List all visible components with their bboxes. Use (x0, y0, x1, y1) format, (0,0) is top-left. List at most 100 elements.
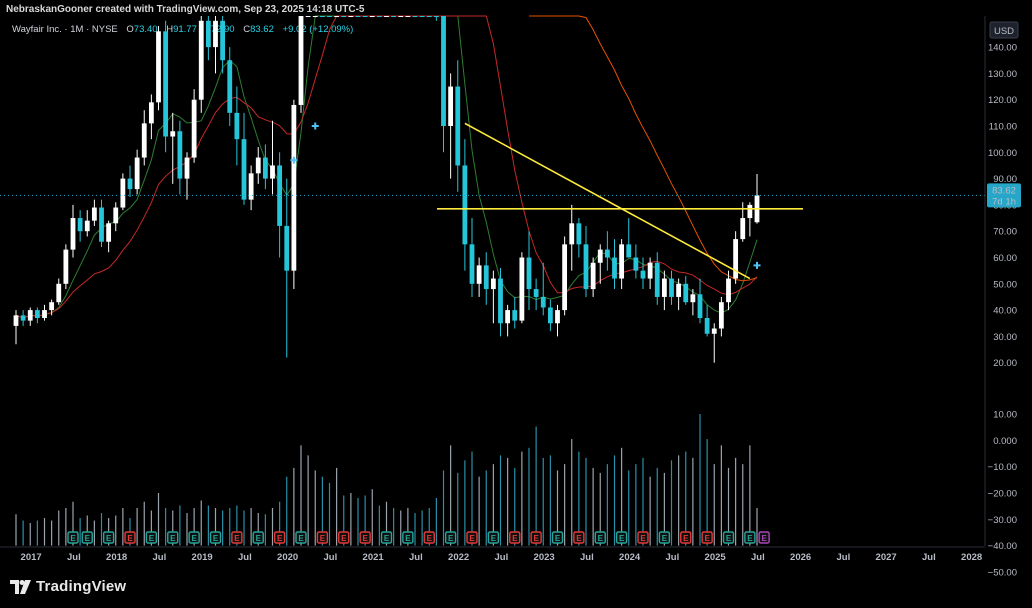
svg-text:E: E (448, 534, 454, 543)
earnings-marker[interactable]: E (615, 531, 628, 544)
candle (113, 202, 119, 232)
volume-bar (678, 455, 680, 546)
time-tick-label: Jul (837, 552, 851, 563)
svg-text:E: E (747, 534, 753, 543)
earnings-marker[interactable]: E (167, 531, 179, 544)
candle (505, 304, 511, 337)
time-axis[interactable]: 2017 Jul 2018 Jul 2019 Jul 2020 Jul 2021 Jul 2022 J… (0, 546, 985, 563)
candle (305, 16, 311, 17)
earnings-marker[interactable]: E (722, 531, 735, 544)
candle (433, 16, 439, 21)
volume-bar (357, 497, 359, 546)
earnings-marker[interactable]: E (145, 531, 158, 544)
volume-bar (300, 445, 302, 546)
earnings-marker[interactable]: E (680, 531, 692, 544)
moving-averages (15, 15, 758, 319)
price-tick-label: 10.00 (993, 410, 1017, 421)
candle (612, 239, 617, 290)
earnings-marker[interactable]: E (551, 531, 564, 544)
candle (490, 270, 496, 324)
price-tick-label: 110.00 (989, 122, 1017, 133)
candle (619, 239, 625, 290)
earnings-marker[interactable]: E (380, 531, 393, 544)
candle (469, 218, 475, 297)
earnings-marker[interactable]: E (637, 531, 649, 544)
candle (213, 16, 218, 74)
earnings-marker[interactable]: E (102, 531, 115, 544)
time-tick-label: 2020 (277, 552, 298, 563)
volume-bar (336, 467, 338, 546)
earnings-marker[interactable]: E (338, 531, 350, 544)
time-tick-label: Jul (666, 552, 680, 563)
earnings-marker[interactable]: E (509, 531, 521, 544)
earnings-marker[interactable]: E (295, 531, 307, 544)
earnings-marker[interactable]: E (701, 531, 713, 544)
earnings-marker[interactable]: E (744, 531, 756, 544)
earnings-marker[interactable]: E (359, 531, 371, 544)
price-tick-label: 40.00 (993, 306, 1017, 317)
time-tick-label: 2028 (961, 552, 982, 563)
candle (319, 16, 325, 17)
svg-text:E: E (191, 534, 197, 543)
earnings-marker[interactable]: E (594, 531, 606, 544)
earnings-marker[interactable]: E (444, 531, 457, 544)
candle (91, 199, 97, 226)
candle (376, 16, 382, 17)
candle (604, 231, 610, 271)
price-tick-label: 50.00 (993, 279, 1017, 290)
drawings-layer[interactable] (0, 122, 985, 280)
candle (676, 278, 682, 311)
earnings-marker[interactable]: E (273, 531, 286, 544)
price-chart[interactable]: E E E E E E E E E E E E E E E E E E E E E E E E E E E E E E E E E E USD 1… (0, 0, 1032, 608)
volume-bar (499, 455, 502, 546)
volume-bar (613, 455, 616, 546)
volume-bar (243, 510, 245, 546)
candle (241, 112, 247, 205)
earnings-marker[interactable]: E (316, 531, 329, 544)
earnings-marker[interactable]: E (530, 531, 542, 544)
candle (754, 173, 760, 224)
earnings-marker[interactable]: E (209, 531, 222, 544)
next-earnings-marker[interactable]: E (758, 531, 770, 544)
earnings-marker[interactable]: E (81, 531, 93, 544)
brand-name: TradingView (36, 578, 127, 595)
earnings-marker[interactable]: E (573, 531, 585, 544)
price-axis[interactable]: USD 140.00130.00120.00110.00100.0090.008… (984, 16, 1021, 578)
earnings-marker[interactable]: E (231, 531, 243, 544)
volume-bar (79, 518, 81, 546)
earnings-marker[interactable]: E (252, 531, 264, 544)
earnings-marker[interactable]: E (466, 531, 478, 544)
volume-bar (421, 510, 423, 546)
time-tick-label: 2025 (705, 552, 727, 563)
earnings-marker[interactable]: E (124, 531, 136, 544)
brand-logo[interactable]: TradingView (10, 578, 126, 595)
earnings-marker[interactable]: E (402, 531, 414, 544)
tradingview-logo-icon (10, 579, 31, 594)
earnings-marker[interactable]: E (487, 531, 500, 544)
candle (312, 16, 318, 17)
price-tick-label: −30.00 (988, 515, 1017, 526)
volume-bar (93, 520, 95, 546)
earnings-marker[interactable]: E (658, 531, 671, 544)
ma-mid-line (15, 15, 758, 319)
time-tick-label: Jul (409, 552, 423, 563)
time-tick-label: Jul (238, 552, 252, 563)
candle (134, 149, 140, 195)
volume-bar (307, 455, 309, 546)
candle (156, 26, 161, 111)
svg-text:E: E (149, 534, 155, 543)
candle (63, 244, 69, 290)
svg-text:E: E (683, 534, 689, 543)
svg-text:E: E (127, 534, 133, 543)
earnings-marker[interactable]: E (67, 531, 79, 544)
candle (426, 16, 432, 17)
volume-bar (100, 513, 103, 546)
earnings-marker[interactable]: E (188, 531, 200, 544)
svg-text:E: E (555, 534, 561, 543)
earnings-marker[interactable]: E (423, 531, 435, 544)
candle (462, 139, 468, 271)
volume-bar (271, 508, 274, 546)
volume-bar (571, 439, 573, 546)
svg-text:E: E (234, 534, 240, 543)
bar-countdown: 7d 1h (992, 196, 1016, 207)
